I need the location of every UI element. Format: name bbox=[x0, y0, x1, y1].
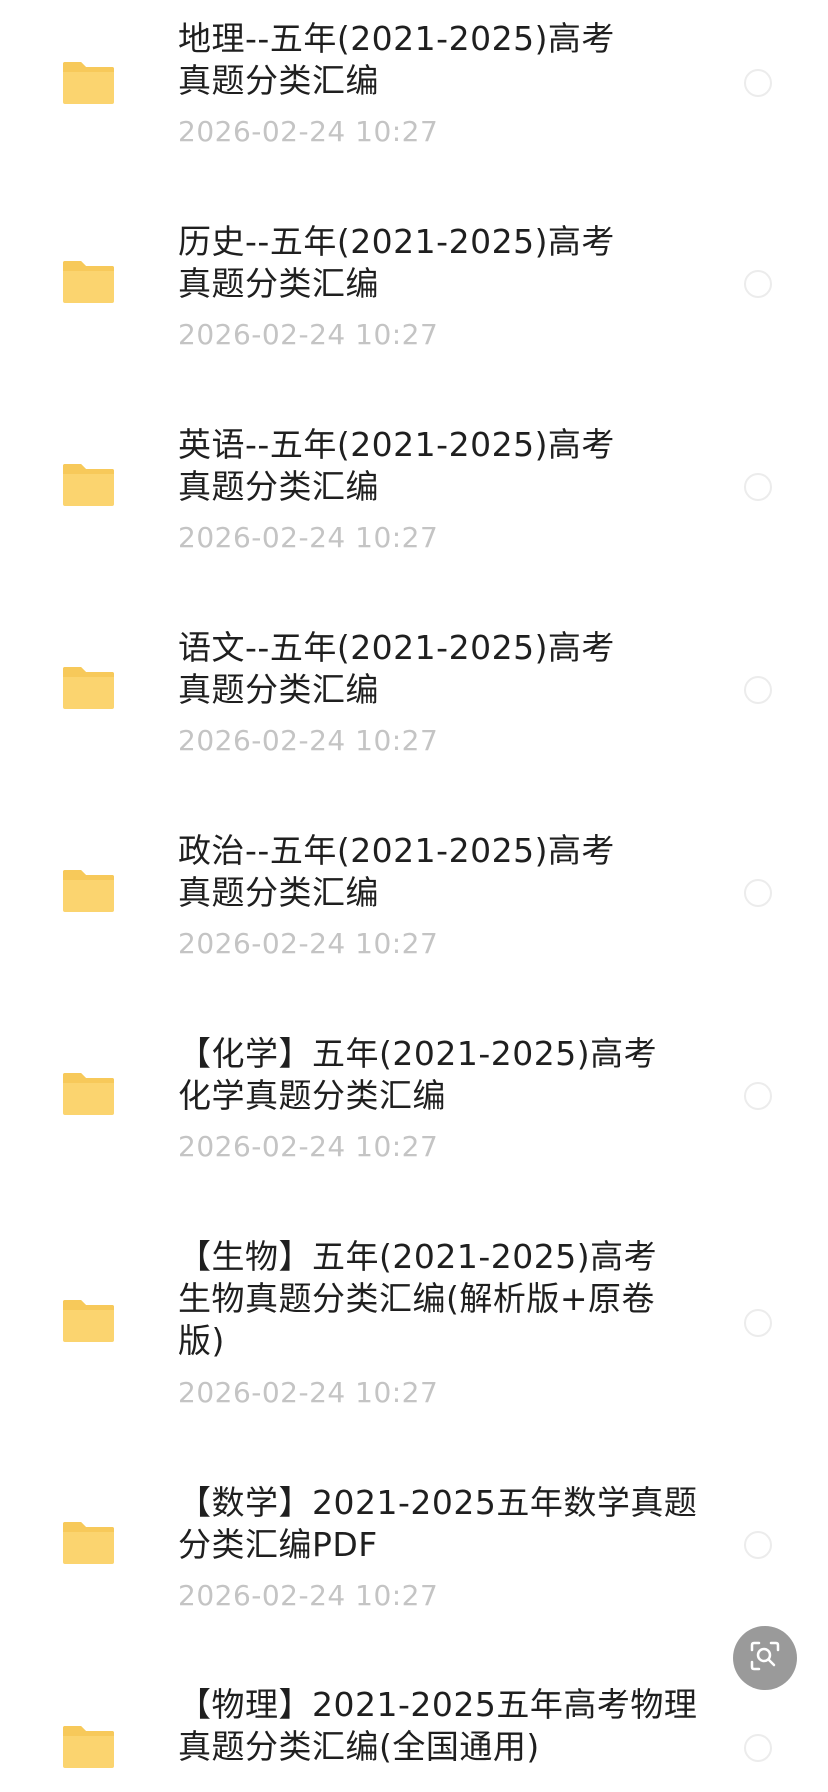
select-checkbox[interactable] bbox=[744, 69, 772, 97]
file-name: 历史--五年(2021-2025)高考 真题分类汇编 bbox=[178, 222, 615, 303]
file-name: 地理--五年(2021-2025)高考 真题分类汇编 bbox=[178, 19, 615, 100]
file-date: 2026-02-24 10:27 bbox=[178, 318, 439, 351]
select-checkbox[interactable] bbox=[744, 879, 772, 907]
folder-icon bbox=[61, 1724, 116, 1770]
folder-icon bbox=[61, 259, 116, 305]
select-checkbox[interactable] bbox=[744, 473, 772, 501]
file-date: 2026-02-24 10:27 bbox=[178, 115, 439, 148]
folder-icon bbox=[61, 1520, 116, 1566]
folder-icon bbox=[61, 1298, 116, 1344]
select-checkbox[interactable] bbox=[744, 1734, 772, 1762]
folder-icon bbox=[61, 462, 116, 508]
file-date: 2026-02-24 10:27 bbox=[178, 724, 439, 757]
folder-icon bbox=[61, 1071, 116, 1117]
file-name: 【物理】2021-2025五年高考物理 真题分类汇编(全国通用) bbox=[178, 1685, 698, 1766]
file-date: 2026-02-24 10:27 bbox=[178, 1579, 439, 1612]
folder-icon bbox=[61, 868, 116, 914]
folder-icon bbox=[61, 665, 116, 711]
select-checkbox[interactable] bbox=[744, 270, 772, 298]
file-name: 【数学】2021-2025五年数学真题 分类汇编PDF bbox=[178, 1483, 698, 1564]
file-name: 政治--五年(2021-2025)高考 真题分类汇编 bbox=[178, 831, 615, 912]
lens-search-button[interactable] bbox=[733, 1626, 797, 1690]
file-list: 地理--五年(2021-2025)高考 真题分类汇编 2026-02-24 10… bbox=[0, 0, 828, 1792]
file-date: 2026-02-24 10:27 bbox=[178, 1130, 439, 1163]
file-date: 2026-02-24 10:27 bbox=[178, 1376, 439, 1409]
file-name: 【化学】五年(2021-2025)高考 化学真题分类汇编 bbox=[178, 1034, 658, 1115]
select-checkbox[interactable] bbox=[744, 676, 772, 704]
file-date: 2026-02-24 10:27 bbox=[178, 521, 439, 554]
lens-search-icon bbox=[749, 1640, 781, 1676]
file-name: 英语--五年(2021-2025)高考 真题分类汇编 bbox=[178, 425, 615, 506]
file-name: 【生物】五年(2021-2025)高考 生物真题分类汇编(解析版+原卷 版) bbox=[178, 1237, 658, 1360]
select-checkbox[interactable] bbox=[744, 1309, 772, 1337]
file-date: 2026-02-24 10:27 bbox=[178, 927, 439, 960]
select-checkbox[interactable] bbox=[744, 1531, 772, 1559]
folder-icon bbox=[61, 60, 116, 106]
file-name: 语文--五年(2021-2025)高考 真题分类汇编 bbox=[178, 628, 615, 709]
select-checkbox[interactable] bbox=[744, 1082, 772, 1110]
